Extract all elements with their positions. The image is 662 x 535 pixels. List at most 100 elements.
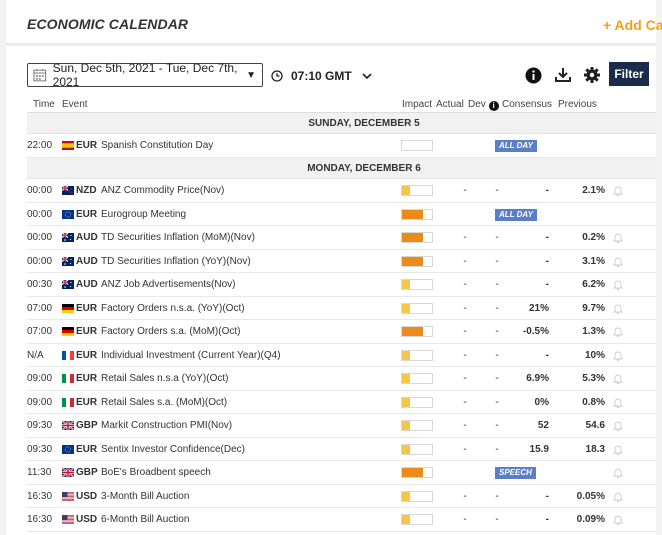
bell-icon[interactable] xyxy=(613,185,623,196)
event-time: 22:00 xyxy=(27,140,53,151)
flag-de-icon xyxy=(62,304,74,313)
impact-bar xyxy=(401,350,433,361)
event-dev: - xyxy=(495,444,499,455)
bell-icon[interactable] xyxy=(613,303,623,314)
event-name-link[interactable]: Retail Sales n.s.a (YoY)(Oct) xyxy=(101,373,228,384)
flag-au-icon xyxy=(62,257,74,266)
bell-icon[interactable] xyxy=(613,514,623,525)
event-row[interactable]: N/A EUR Individual Investment (Current Yea… xyxy=(27,344,656,367)
bell-icon[interactable] xyxy=(613,467,623,478)
event-name-link[interactable]: Eurogroup Meeting xyxy=(101,209,186,220)
event-previous: 6.2% xyxy=(582,279,605,290)
col-dev: Dev i xyxy=(468,99,499,111)
impact-bar xyxy=(401,420,433,431)
impact-bar xyxy=(401,491,433,502)
event-time: N/A xyxy=(27,350,44,361)
col-actual: Actual xyxy=(436,99,464,110)
event-currency: USD xyxy=(76,514,98,525)
event-row[interactable]: 11:30 GBP BoE's Broadbent speech SPEECH xyxy=(27,461,656,485)
event-name-link[interactable]: Retail Sales s.a. (MoM)(Oct) xyxy=(101,397,227,408)
event-name-link[interactable]: Markit Construction PMI(Nov) xyxy=(101,420,232,431)
event-name-link[interactable]: ANZ Commodity Price(Nov) xyxy=(101,185,224,196)
event-currency: GBP xyxy=(76,467,98,478)
event-row[interactable]: 00:00 AUD TD Securities Inflation (MoM)(No… xyxy=(27,226,656,250)
event-previous: 0.09% xyxy=(576,514,605,525)
event-consensus: 15.9 xyxy=(529,444,549,455)
event-row[interactable]: 16:30 USD 3-Month Bill Auction - - - 0.05% xyxy=(27,485,656,508)
event-time: 00:30 xyxy=(27,279,53,290)
event-row[interactable]: 09:30 GBP Markit Construction PMI(Nov) - - 52… xyxy=(27,414,656,438)
event-tag-badge: ALL DAY xyxy=(495,140,537,152)
event-row[interactable]: 00:00 NZD ANZ Commodity Price(Nov) - - - 2.1% xyxy=(27,179,656,203)
download-icon[interactable] xyxy=(554,66,572,84)
event-row[interactable]: 16:30 USD 6-Month Bill Auction - - - 0.09% xyxy=(27,508,656,532)
event-name-link[interactable]: Factory Orders s.a. (MoM)(Oct) xyxy=(101,326,240,337)
bell-icon[interactable] xyxy=(613,373,623,384)
bell-icon[interactable] xyxy=(613,279,623,290)
event-previous: 54.6 xyxy=(585,420,605,431)
event-time: 09:00 xyxy=(27,397,53,408)
impact-fill xyxy=(402,233,423,242)
bell-icon[interactable] xyxy=(613,232,623,243)
event-row[interactable]: 09:00 EUR Retail Sales n.s.a (YoY)(Oct) - - 6… xyxy=(27,367,656,391)
event-dev: - xyxy=(495,514,499,525)
event-consensus: -0.5% xyxy=(522,326,549,337)
event-name-link[interactable]: TD Securities Inflation (YoY)(Nov) xyxy=(101,256,251,267)
event-row[interactable]: 00:00 EUR Eurogroup Meeting ALL DAY xyxy=(27,203,656,226)
event-time: 07:00 xyxy=(27,326,53,337)
timezone-selector[interactable]: 07:10 GMT xyxy=(271,69,372,83)
event-row[interactable]: 00:00 AUD TD Securities Inflation (YoY)(No… xyxy=(27,250,656,273)
event-row[interactable]: 09:00 EUR Retail Sales s.a. (MoM)(Oct) - - 0%… xyxy=(27,391,656,414)
event-name-link[interactable]: Factory Orders n.s.a. (YoY)(Oct) xyxy=(101,303,245,314)
calendar-icon xyxy=(33,69,47,82)
bell-icon[interactable] xyxy=(613,444,623,455)
event-name-link[interactable]: ANZ Job Advertisements(Nov) xyxy=(101,279,236,290)
impact-fill xyxy=(402,421,410,430)
event-currency: EUR xyxy=(76,209,98,220)
event-currency: AUD xyxy=(76,279,98,290)
flag-au-icon xyxy=(62,233,74,242)
event-name-link[interactable]: TD Securities Inflation (MoM)(Nov) xyxy=(101,232,255,243)
event-dev: - xyxy=(495,420,499,431)
settings-icon[interactable] xyxy=(583,66,601,84)
bell-icon[interactable] xyxy=(613,326,623,337)
bell-icon[interactable] xyxy=(613,397,623,408)
flag-gb-icon xyxy=(62,421,74,430)
event-consensus: 52 xyxy=(537,420,549,431)
event-dev: - xyxy=(495,279,499,290)
event-row[interactable]: 07:00 EUR Factory Orders s.a. (MoM)(Oct) - -… xyxy=(27,320,656,344)
event-currency: EUR xyxy=(76,350,98,361)
event-row[interactable]: 07:00 EUR Factory Orders n.s.a. (YoY)(Oct)… xyxy=(27,297,656,320)
impact-fill xyxy=(402,186,410,195)
impact-bar xyxy=(401,256,433,267)
event-row[interactable]: 00:30 AUD ANZ Job Advertisements(Nov) - - - 6.… xyxy=(27,273,656,297)
event-currency: EUR xyxy=(76,140,98,151)
event-name-link[interactable]: Individual Investment (Current Year)(Q4) xyxy=(101,350,281,361)
impact-fill xyxy=(402,327,423,336)
event-name-link[interactable]: Sentix Investor Confidence(Dec) xyxy=(101,444,245,455)
bell-icon[interactable] xyxy=(613,350,623,361)
event-name-link[interactable]: 3-Month Bill Auction xyxy=(101,491,189,502)
flag-fr-icon xyxy=(62,351,74,360)
event-row[interactable]: 09:30 EUR Sentix Investor Confidence(Dec) -… xyxy=(27,438,656,461)
bell-icon[interactable] xyxy=(613,491,623,502)
impact-bar xyxy=(401,140,433,151)
event-name-link[interactable]: BoE's Broadbent speech xyxy=(101,467,211,478)
caret-down-icon: ▼ xyxy=(246,70,256,81)
impact-fill xyxy=(402,468,423,477)
event-consensus: 21% xyxy=(528,303,549,314)
impact-fill xyxy=(402,492,410,501)
event-name-link[interactable]: Spanish Constitution Day xyxy=(101,140,213,151)
dev-info-icon[interactable]: i xyxy=(488,101,499,111)
info-icon[interactable] xyxy=(524,66,542,84)
event-name-link[interactable]: 6-Month Bill Auction xyxy=(101,514,189,525)
event-row[interactable]: 22:00 EUR Spanish Constitution Day ALL DAY xyxy=(27,134,656,158)
date-range-picker[interactable]: Sun, Dec 5th, 2021 - Tue, Dec 7th, 2021 … xyxy=(27,61,263,89)
impact-bar xyxy=(401,232,433,243)
bell-icon[interactable] xyxy=(613,420,623,431)
event-actual: - xyxy=(463,491,467,502)
flag-eu-icon xyxy=(62,445,74,454)
filter-button[interactable]: Filter xyxy=(609,62,649,86)
add-to-calendar-link[interactable]: + Add Ca xyxy=(603,17,662,33)
bell-icon[interactable] xyxy=(613,256,623,267)
